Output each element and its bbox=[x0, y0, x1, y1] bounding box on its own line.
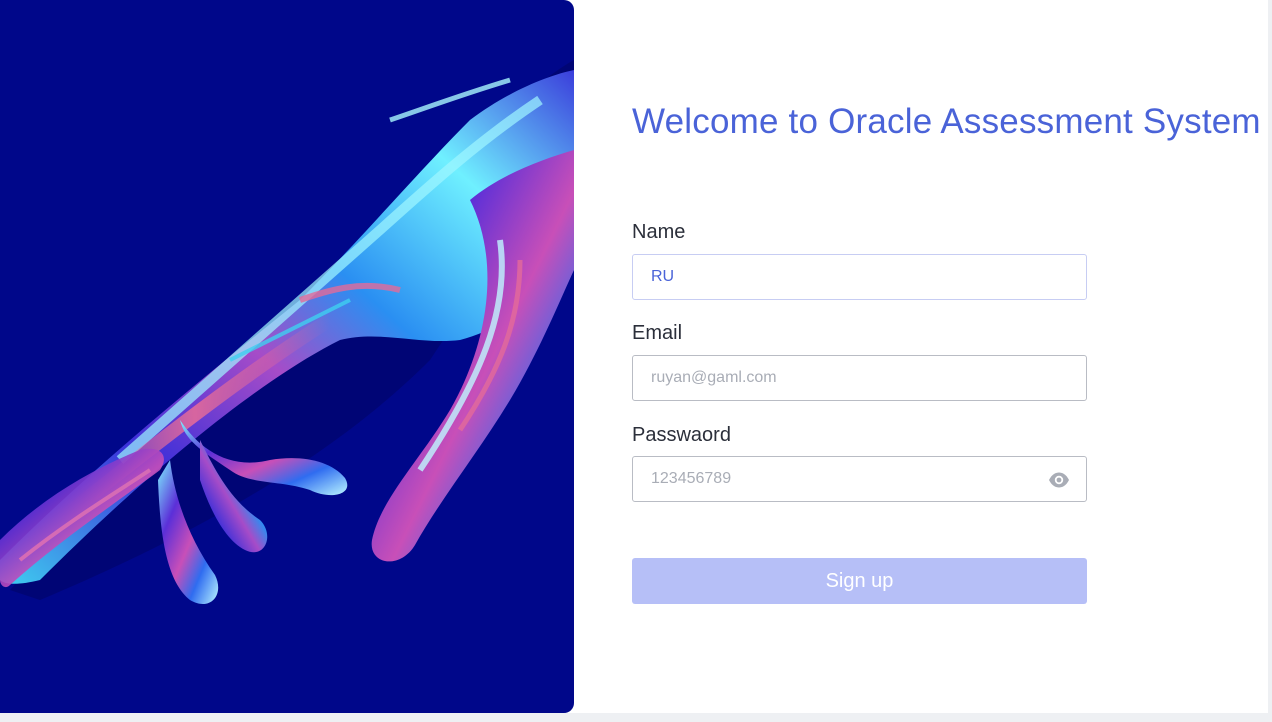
signup-button[interactable]: Sign up bbox=[632, 558, 1087, 604]
name-label: Name bbox=[632, 221, 686, 243]
signup-page: Welcome to Oracle Assessment System Name… bbox=[0, 0, 1268, 713]
password-input[interactable] bbox=[633, 457, 1086, 501]
password-label: Passwaord bbox=[632, 424, 731, 446]
page-title: Welcome to Oracle Assessment System bbox=[632, 102, 1261, 141]
hero-hand-illustration bbox=[0, 0, 574, 713]
name-input[interactable] bbox=[633, 255, 1086, 299]
password-field-wrapper bbox=[632, 456, 1087, 502]
email-field-wrapper bbox=[632, 355, 1087, 401]
email-label: Email bbox=[632, 322, 683, 344]
name-field-wrapper bbox=[632, 254, 1087, 300]
eye-icon[interactable] bbox=[1048, 471, 1070, 489]
email-input[interactable] bbox=[633, 356, 1086, 400]
